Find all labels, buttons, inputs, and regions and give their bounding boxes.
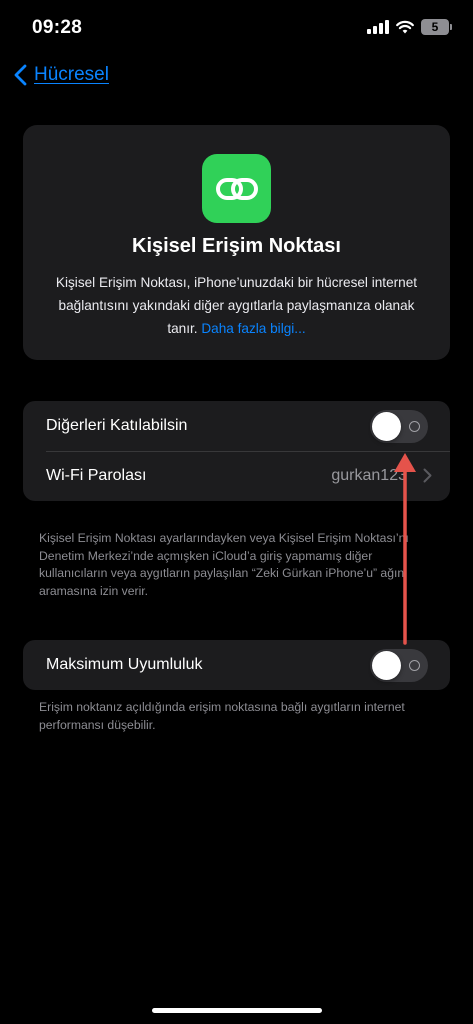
toggle-off-indicator-icon [409, 660, 420, 671]
back-button[interactable]: Hücresel [14, 64, 109, 86]
battery-level: 5 [431, 20, 439, 34]
status-icons: 5 [367, 19, 452, 35]
settings-screen: 09:28 5 Hücresel Kişisel Erişim Noktası … [0, 0, 473, 1024]
compatibility-group: Maksimum Uyumluluk [23, 640, 450, 690]
status-time: 09:28 [32, 17, 83, 38]
allow-others-label: Diğerleri Katılabilsin [46, 417, 188, 434]
max-compatibility-footnote: Erişim noktanız açıldığında erişim nokta… [39, 700, 405, 732]
chevron-left-icon [14, 64, 27, 86]
annotation-arrow-icon [394, 453, 416, 645]
back-label: Hücresel [34, 64, 109, 85]
chain-link-icon [215, 177, 258, 200]
allow-others-row: Diğerleri Katılabilsin [23, 401, 450, 451]
battery-icon: 5 [421, 19, 452, 35]
toggle-knob [372, 651, 401, 680]
cellular-signal-icon [367, 20, 389, 34]
personal-hotspot-app-icon [202, 154, 271, 223]
max-compatibility-label: Maksimum Uyumluluk [46, 656, 203, 673]
toggle-off-indicator-icon [409, 421, 420, 432]
wifi-password-row[interactable]: Wi-Fi Parolası gurkan123 [23, 451, 450, 501]
hotspot-settings-group: Diğerleri Katılabilsin Wi-Fi Parolası gu… [23, 401, 450, 501]
allow-others-toggle[interactable] [370, 410, 428, 443]
wifi-password-label: Wi-Fi Parolası [46, 467, 147, 484]
max-compatibility-row: Maksimum Uyumluluk [23, 640, 450, 690]
wifi-icon [396, 20, 414, 34]
toggle-knob [372, 412, 401, 441]
max-compatibility-toggle[interactable] [370, 649, 428, 682]
page-title: Kişisel Erişim Noktası [132, 235, 341, 257]
hotspot-description: Kişisel Erişim Noktası, iPhone’unuzdaki … [45, 271, 428, 340]
hotspot-info-card: Kişisel Erişim Noktası Kişisel Erişim No… [23, 125, 450, 360]
allow-others-footnote: Kişisel Erişim Noktası ayarlarındayken v… [39, 531, 409, 598]
home-indicator[interactable] [152, 1008, 322, 1013]
status-bar: 09:28 5 [0, 0, 473, 56]
chevron-right-icon [423, 468, 432, 483]
learn-more-link[interactable]: Daha fazla bilgi... [201, 321, 305, 336]
